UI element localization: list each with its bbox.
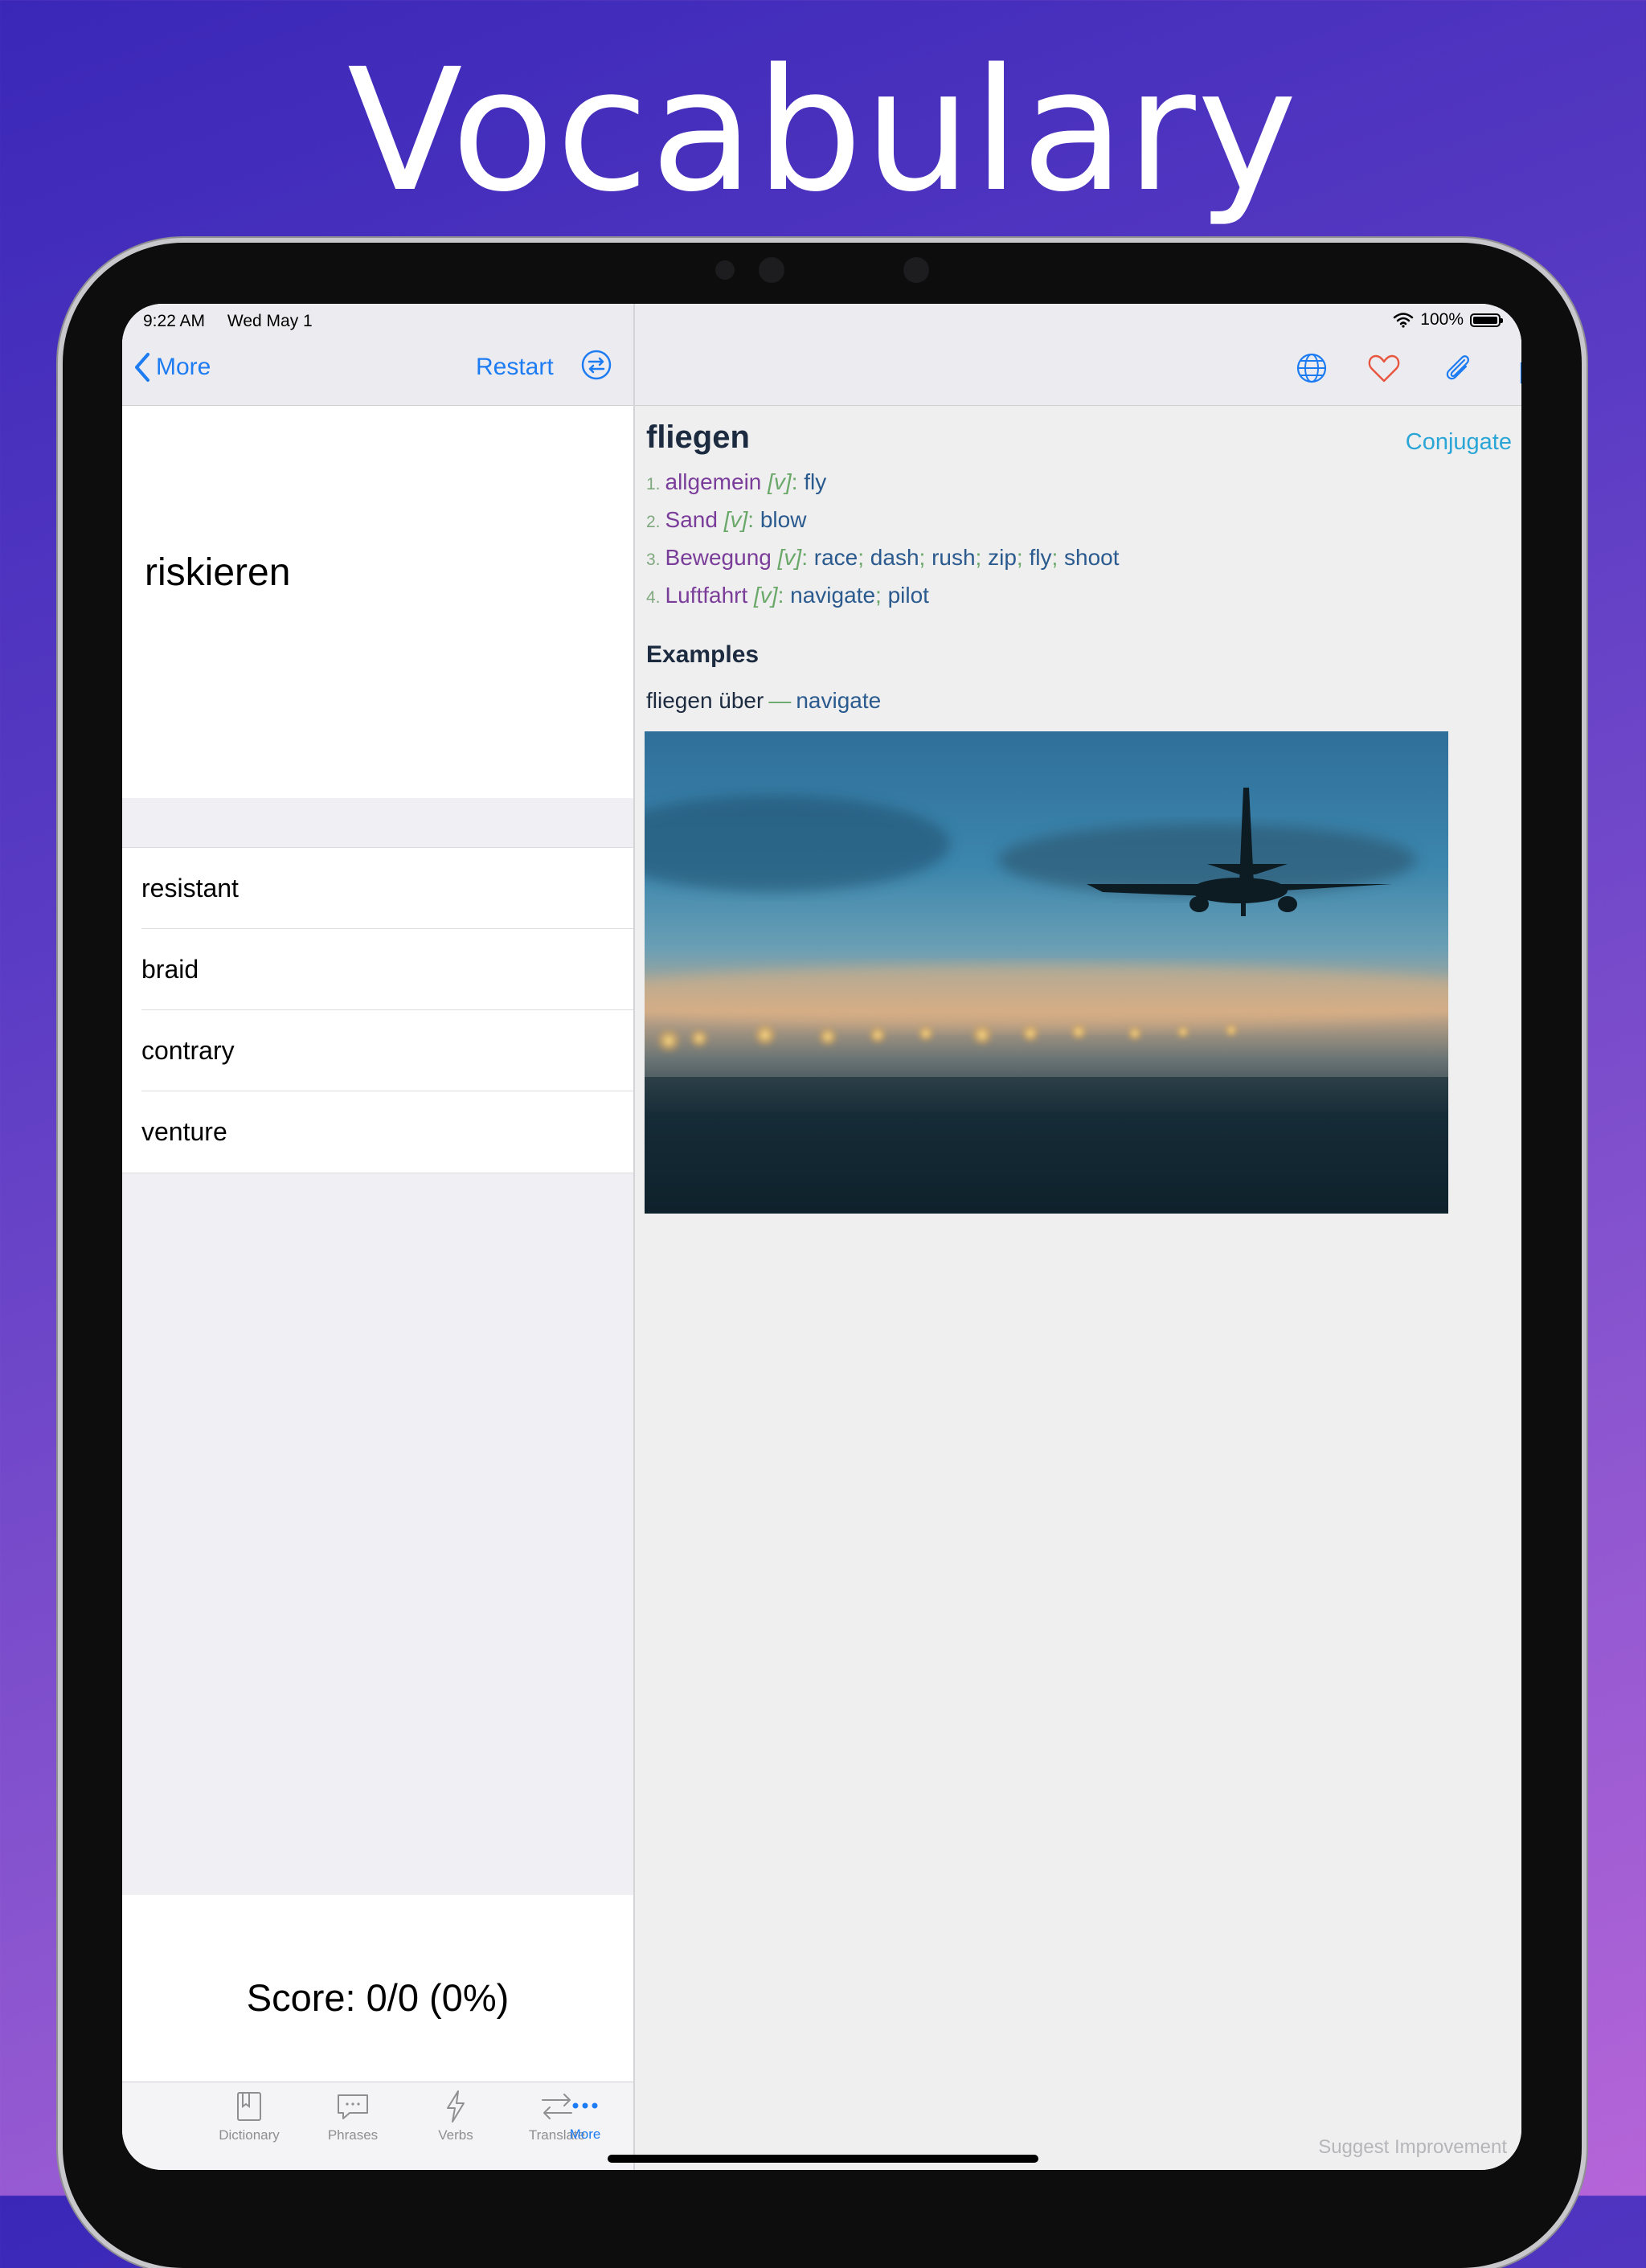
status-bar-right: 100% xyxy=(1393,310,1503,330)
sense-pos: [v] xyxy=(768,469,792,494)
back-label: More xyxy=(156,354,211,380)
headword: fliegen xyxy=(646,420,750,455)
globe-icon[interactable] xyxy=(1294,350,1329,386)
answer-option[interactable]: braid xyxy=(122,929,633,1010)
sense-number: 2. xyxy=(646,513,661,531)
restart-button[interactable]: Restart xyxy=(476,354,554,381)
lightning-icon xyxy=(447,2090,465,2123)
answer-option[interactable]: contrary xyxy=(122,1010,633,1091)
sense-field: allgemein xyxy=(665,469,762,494)
translation-link[interactable]: pilot xyxy=(888,583,929,608)
home-indicator xyxy=(608,2155,1038,2163)
status-time: 9:22 AM xyxy=(143,312,206,330)
example-line: fliegen über — navigate xyxy=(646,688,881,714)
sense-pos: [v] xyxy=(723,507,748,532)
sense-number: 4. xyxy=(646,588,661,607)
favorite-heart-icon[interactable] xyxy=(1366,350,1402,386)
back-button[interactable]: More xyxy=(133,352,211,383)
sense-number: 1. xyxy=(646,475,661,493)
airplane-photo xyxy=(645,731,1448,1214)
translation-link[interactable]: fly xyxy=(804,469,826,494)
translation-link[interactable]: shoot xyxy=(1064,545,1120,570)
sense-line: 1. allgemein [v]: fly xyxy=(646,469,827,494)
camera-sensor xyxy=(715,260,735,280)
answer-option[interactable]: venture xyxy=(122,1091,633,1173)
camera-flash xyxy=(903,257,929,283)
translation-link[interactable]: race xyxy=(814,545,858,570)
battery-percent: 100% xyxy=(1420,310,1464,329)
tab-label: Dictionary xyxy=(219,2127,280,2143)
screen: 9:22 AM Wed May 1 More Restart riskieren… xyxy=(122,304,1521,2170)
translation-link[interactable]: blow xyxy=(760,507,807,532)
dictionary-entry-pane: 100% fliegen Conjugate 1. allgemein [v]: … xyxy=(635,304,1521,2170)
sense-pos: [v] xyxy=(754,583,778,608)
sense-line: 3. Bewegung [v]: race; dash; rush; zip; f… xyxy=(646,545,1120,570)
conjugate-link[interactable]: Conjugate xyxy=(1406,429,1512,456)
quiz-pane: 9:22 AM Wed May 1 More Restart riskieren… xyxy=(122,304,635,2170)
answer-option[interactable]: resistant xyxy=(122,848,633,929)
translation-link[interactable]: rush xyxy=(932,545,975,570)
suggest-improvement-link[interactable]: Suggest Improvement xyxy=(1318,2136,1507,2159)
tab-more[interactable]: More xyxy=(541,2088,629,2143)
answer-list: resistant braid contrary venture xyxy=(122,847,633,1173)
translation-link[interactable]: dash xyxy=(870,545,919,570)
sense-line: 2. Sand [v]: blow xyxy=(646,507,807,532)
share-icon[interactable] xyxy=(1514,350,1521,386)
example-source: fliegen über xyxy=(646,688,764,713)
tab-label: Verbs xyxy=(438,2127,473,2143)
score-text: Score: 0/0 (0%) xyxy=(246,1976,510,2019)
sense-number: 3. xyxy=(646,551,661,569)
tab-verbs[interactable]: Verbs xyxy=(412,2089,500,2143)
battery-icon xyxy=(1470,313,1503,327)
chat-bubble-icon xyxy=(338,2094,368,2119)
score-panel: Score: 0/0 (0%) xyxy=(122,1895,633,2082)
right-navigation-bar: 100% xyxy=(635,304,1521,406)
status-bar-left: 9:22 AM Wed May 1 xyxy=(143,312,330,331)
example-translation[interactable]: navigate xyxy=(796,688,881,713)
example-dash: — xyxy=(768,688,792,713)
more-dots-icon xyxy=(572,2102,598,2109)
airplane-illustration xyxy=(645,788,1448,1214)
answer-label: contrary xyxy=(141,1036,235,1065)
book-icon xyxy=(237,2092,261,2121)
sense-line: 4. Luftfahrt [v]: navigate; pilot xyxy=(646,583,929,608)
sense-field: Sand xyxy=(665,507,718,532)
tab-dictionary[interactable]: Dictionary xyxy=(205,2089,293,2143)
translation-link[interactable]: fly xyxy=(1029,545,1051,570)
sense-field: Luftfahrt xyxy=(665,583,748,608)
answer-label: resistant xyxy=(141,874,239,903)
sense-field: Bewegung xyxy=(665,545,772,570)
swap-direction-icon[interactable] xyxy=(580,349,612,381)
promo-title: Vocabulary xyxy=(346,32,1300,229)
wifi-icon xyxy=(1394,313,1414,328)
left-navigation-bar: 9:22 AM Wed May 1 More Restart xyxy=(122,304,633,406)
translation-link[interactable]: navigate xyxy=(790,583,875,608)
answer-label: venture xyxy=(141,1117,227,1146)
question-card: riskieren xyxy=(122,406,633,798)
translation-link[interactable]: zip xyxy=(988,545,1017,570)
camera-lens xyxy=(759,257,784,283)
status-date: Wed May 1 xyxy=(227,312,313,330)
paperclip-icon[interactable] xyxy=(1440,350,1476,386)
question-word: riskieren xyxy=(145,551,291,594)
tab-label: Phrases xyxy=(327,2127,379,2143)
examples-heading: Examples xyxy=(646,641,760,668)
answer-label: braid xyxy=(141,955,199,984)
tab-label: More xyxy=(569,2127,601,2142)
sense-pos: [v] xyxy=(777,545,802,570)
chevron-left-icon xyxy=(135,353,149,382)
tab-phrases[interactable]: Phrases xyxy=(309,2089,397,2143)
